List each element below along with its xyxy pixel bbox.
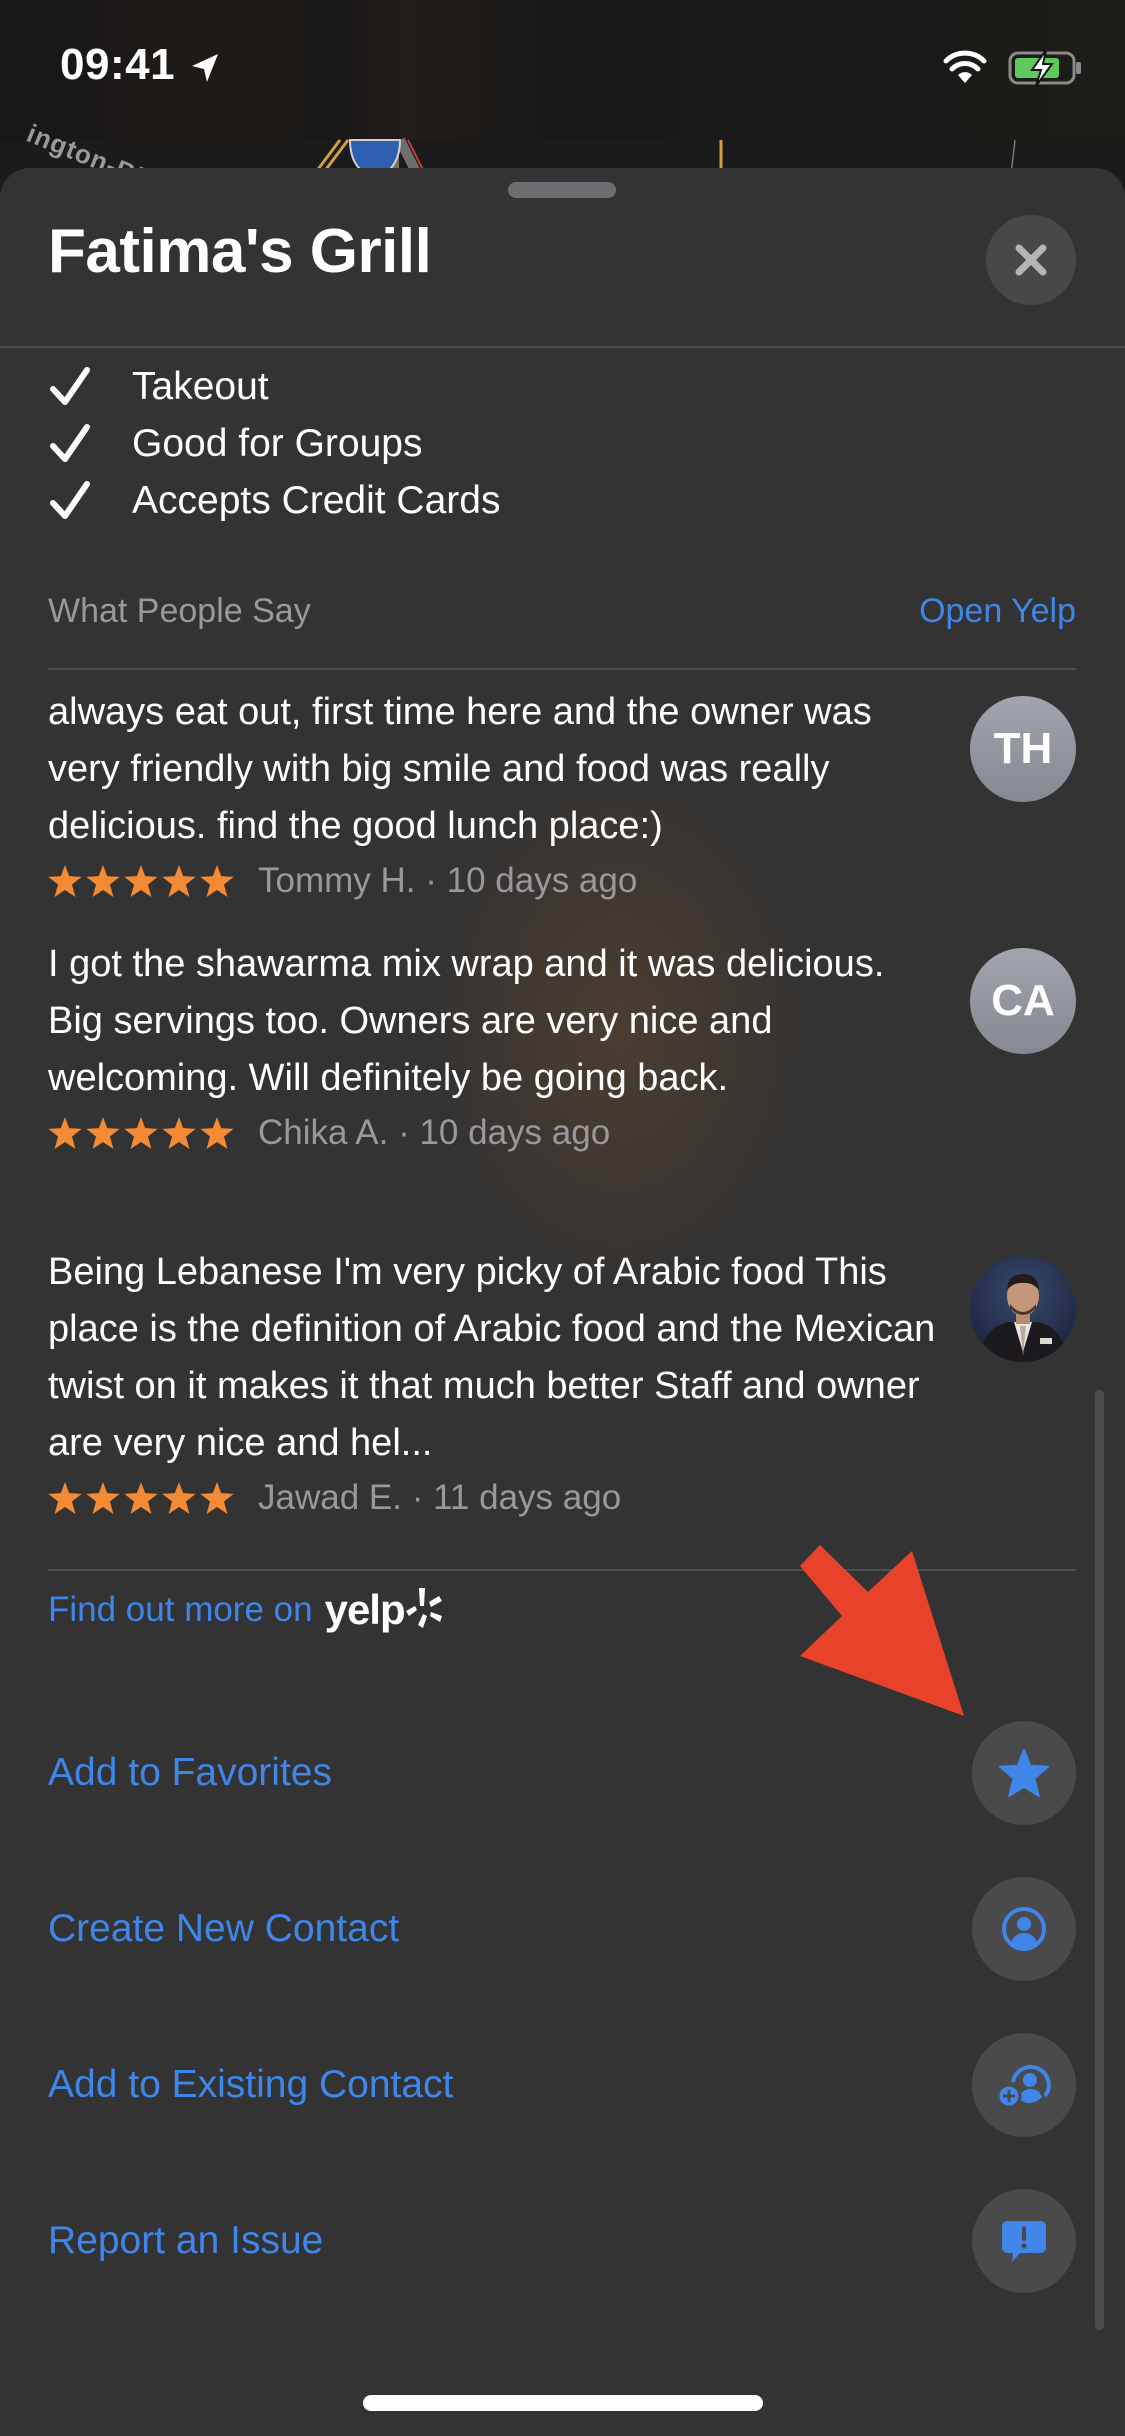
amenity-label: Accepts Credit Cards bbox=[132, 478, 501, 522]
open-yelp-link[interactable]: Open Yelp bbox=[919, 592, 1076, 631]
star-icon bbox=[200, 1482, 234, 1514]
amenity-label: Takeout bbox=[132, 364, 269, 408]
yelp-burst-icon bbox=[405, 1588, 442, 1628]
reviews-section-title: What People Say bbox=[48, 592, 311, 630]
star-icon bbox=[86, 865, 120, 897]
close-icon bbox=[1015, 244, 1047, 276]
star-icon bbox=[124, 1482, 158, 1514]
battery-charging-icon bbox=[1008, 50, 1081, 86]
review-author-date: Tommy H. · 10 days ago bbox=[258, 861, 638, 900]
existing-contact-icon-button[interactable] bbox=[972, 2033, 1076, 2137]
star-icon bbox=[48, 1482, 82, 1514]
checkmark-icon bbox=[50, 423, 90, 462]
review-meta: Chika A. · 10 days ago bbox=[48, 1105, 1076, 1161]
reviewer-avatar[interactable]: TH bbox=[970, 696, 1076, 802]
reviews-header: What People Say Open Yelp bbox=[48, 592, 1076, 631]
amenity-item: Accepts Credit Cards bbox=[48, 472, 500, 529]
header-divider bbox=[0, 346, 1125, 348]
amenity-item: Good for Groups bbox=[48, 415, 500, 472]
review-author-date: Jawad E. · 11 days ago bbox=[258, 1478, 622, 1517]
star-icon bbox=[48, 1117, 82, 1149]
place-title: Fatima's Grill bbox=[48, 217, 432, 286]
reviewer-avatar[interactable]: CA bbox=[970, 948, 1076, 1054]
review-author-date: Chika A. · 10 days ago bbox=[258, 1113, 611, 1152]
add-to-favorites-button[interactable]: Add to Favorites bbox=[48, 1721, 1076, 1825]
amenity-item: Takeout bbox=[48, 358, 500, 415]
action-label: Add to Existing Contact bbox=[48, 2063, 454, 2106]
checkmark-icon bbox=[50, 366, 90, 405]
favorites-icon-button[interactable] bbox=[972, 1721, 1076, 1825]
vertical-scrollbar[interactable] bbox=[1095, 1390, 1104, 2330]
star-rating bbox=[48, 1482, 238, 1514]
create-contact-icon-button[interactable] bbox=[972, 1877, 1076, 1981]
action-label: Add to Favorites bbox=[48, 1751, 332, 1794]
report-issue-button[interactable]: Report an Issue bbox=[48, 2189, 1076, 2293]
review-item[interactable]: I got the shawarma mix wrap and it was d… bbox=[48, 936, 1076, 1161]
reviewer-photo-icon bbox=[978, 1274, 1068, 1362]
review-meta: Jawad E. · 11 days ago bbox=[48, 1470, 1076, 1526]
reviews-divider bbox=[48, 668, 1076, 670]
create-new-contact-button[interactable]: Create New Contact bbox=[48, 1877, 1076, 1981]
action-label: Report an Issue bbox=[48, 2219, 324, 2262]
review-text: always eat out, first time here and the … bbox=[48, 691, 872, 847]
star-icon bbox=[200, 865, 234, 897]
find-more-text: Find out more on bbox=[48, 1590, 313, 1629]
report-issue-icon-button[interactable] bbox=[972, 2189, 1076, 2293]
find-more-on-yelp-link[interactable]: Find out more on yelp bbox=[48, 1586, 445, 1634]
star-icon bbox=[162, 865, 196, 897]
place-card-sheet: Fatima's Grill Takeout Good for Groups A… bbox=[0, 168, 1125, 2436]
star-icon bbox=[124, 865, 158, 897]
star-icon bbox=[86, 1117, 120, 1149]
star-icon bbox=[162, 1482, 196, 1514]
review-item[interactable]: always eat out, first time here and the … bbox=[48, 684, 1076, 909]
star-rating bbox=[48, 865, 238, 897]
status-time: 09:41 bbox=[60, 40, 176, 89]
amenities-list: Takeout Good for Groups Accepts Credit C… bbox=[48, 358, 500, 529]
home-indicator[interactable] bbox=[363, 2395, 763, 2411]
reviewer-avatar-photo[interactable] bbox=[970, 1256, 1076, 1362]
exclamation-bubble-icon bbox=[1002, 2221, 1046, 2262]
review-item[interactable]: Being Lebanese I'm very picky of Arabic … bbox=[48, 1244, 1076, 1526]
status-bar: 09:41 bbox=[0, 0, 1125, 140]
star-icon bbox=[200, 1117, 234, 1149]
person-add-icon bbox=[996, 2065, 1051, 2109]
star-icon bbox=[162, 1117, 196, 1149]
add-to-existing-contact-button[interactable]: Add to Existing Contact bbox=[48, 2033, 1076, 2137]
star-icon bbox=[124, 1117, 158, 1149]
reviews-footer-divider bbox=[48, 1569, 1076, 1571]
person-circle-icon bbox=[1002, 1907, 1046, 1951]
close-button[interactable] bbox=[986, 215, 1076, 305]
wifi-icon bbox=[943, 50, 987, 83]
star-rating bbox=[48, 1117, 238, 1149]
checkmark-icon bbox=[50, 480, 90, 519]
star-icon bbox=[86, 1482, 120, 1514]
yelp-logo-text: yelp bbox=[324, 1586, 406, 1633]
location-arrow-icon bbox=[192, 54, 218, 82]
action-label: Create New Contact bbox=[48, 1907, 400, 1950]
review-text: I got the shawarma mix wrap and it was d… bbox=[48, 943, 885, 1099]
star-icon bbox=[48, 865, 82, 897]
review-meta: Tommy H. · 10 days ago bbox=[48, 853, 1076, 909]
sheet-drag-handle[interactable] bbox=[508, 182, 616, 198]
amenity-label: Good for Groups bbox=[132, 421, 423, 465]
review-text: Being Lebanese I'm very picky of Arabic … bbox=[48, 1251, 936, 1464]
star-icon bbox=[999, 1749, 1049, 1797]
